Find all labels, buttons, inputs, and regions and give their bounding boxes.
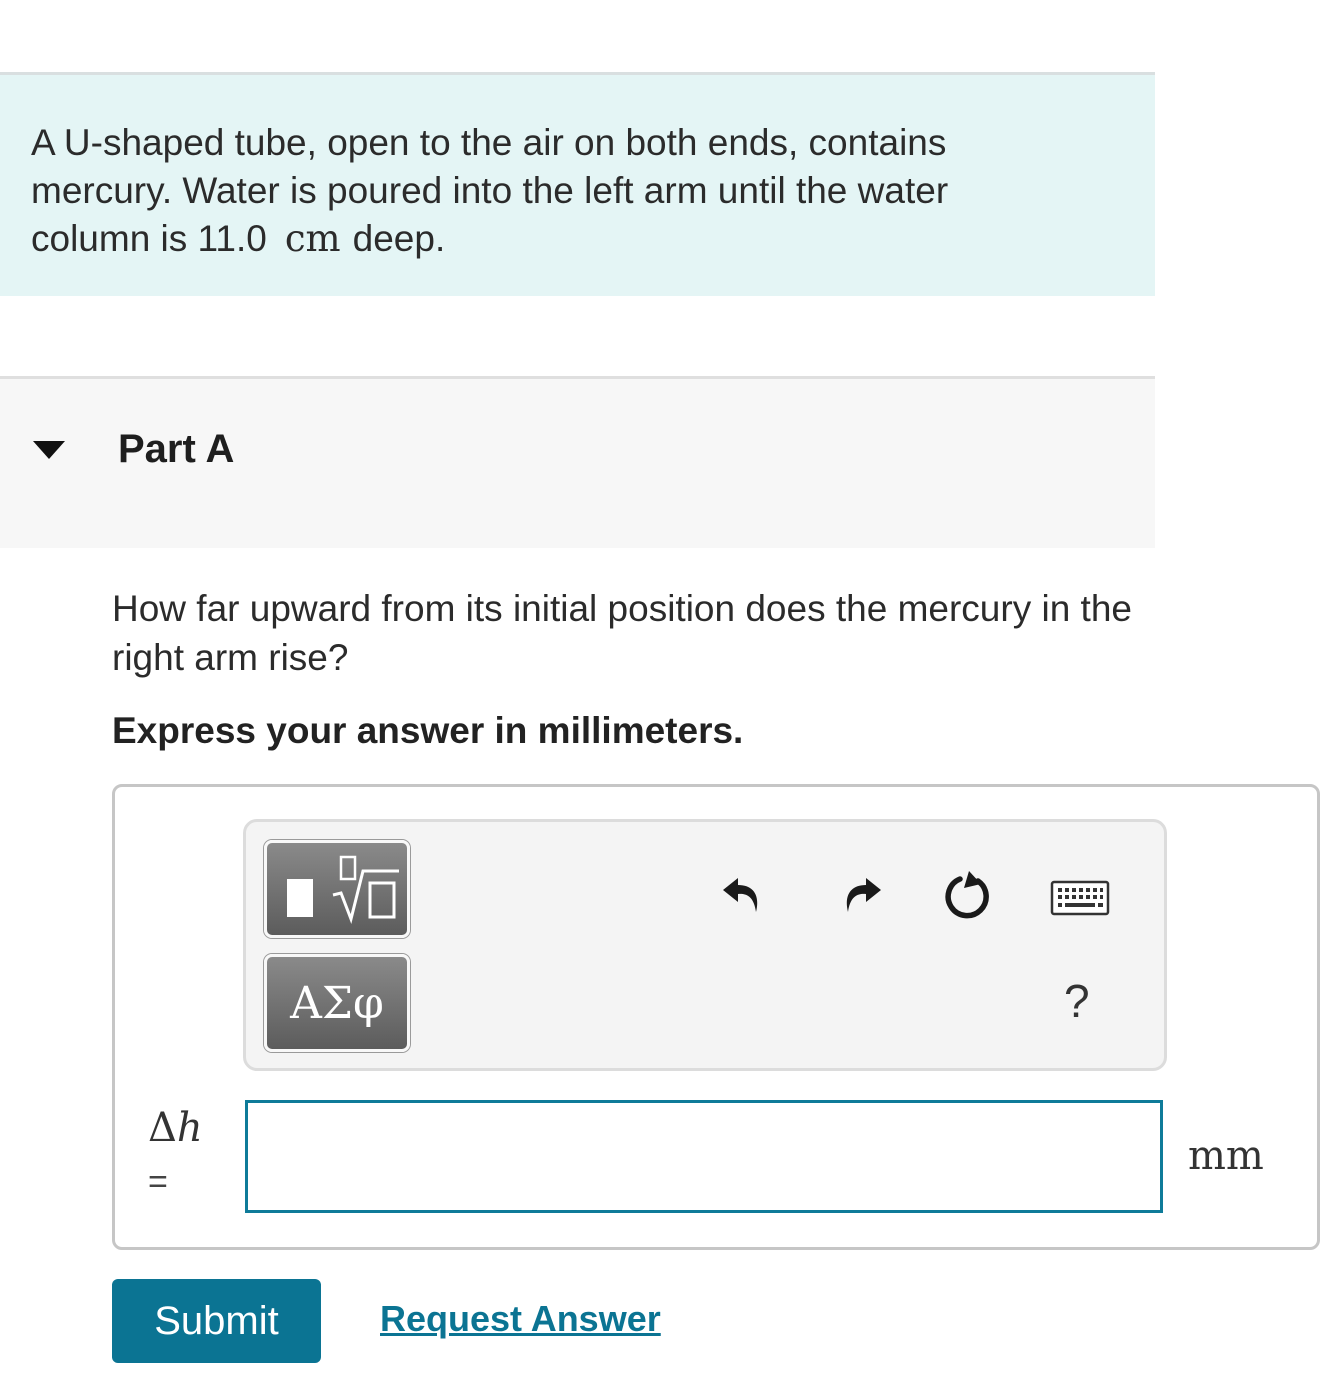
submit-button[interactable]: Submit bbox=[112, 1279, 321, 1363]
collapse-triangle-icon[interactable] bbox=[29, 437, 69, 467]
equals-sign: = bbox=[148, 1163, 168, 1201]
keyboard-icon[interactable] bbox=[1050, 880, 1110, 921]
variable-letter: h bbox=[176, 1105, 203, 1151]
symbols-button[interactable]: ΑΣφ bbox=[264, 954, 410, 1052]
answer-panel: ΑΣφ ? Δh = mm bbox=[112, 784, 1320, 1250]
problem-text-end: deep. bbox=[352, 218, 446, 259]
part-title: Part A bbox=[118, 427, 235, 471]
request-answer-link[interactable]: Request Answer bbox=[380, 1298, 661, 1340]
reset-icon[interactable] bbox=[940, 868, 996, 929]
templates-button[interactable] bbox=[264, 840, 410, 938]
redo-icon[interactable] bbox=[836, 870, 884, 923]
problem-text-main: A U-shaped tube, open to the air on both… bbox=[31, 122, 949, 259]
variable-delta: Δ bbox=[148, 1105, 177, 1151]
help-button[interactable]: ? bbox=[1064, 974, 1090, 1028]
variable-label: Δh bbox=[148, 1105, 203, 1151]
problem-text: A U-shaped tube, open to the air on both… bbox=[31, 119, 1031, 263]
answer-input[interactable] bbox=[245, 1100, 1163, 1213]
part-header[interactable]: Part A bbox=[0, 376, 1155, 548]
problem-unit: cm bbox=[284, 217, 341, 260]
answer-unit: mm bbox=[1188, 1133, 1264, 1179]
answer-instruction: Express your answer in millimeters. bbox=[112, 710, 744, 751]
question-text: How far upward from its initial position… bbox=[112, 588, 1132, 678]
symbols-label: ΑΣφ bbox=[290, 977, 384, 1029]
problem-statement: A U-shaped tube, open to the air on both… bbox=[0, 72, 1155, 296]
undo-icon[interactable] bbox=[720, 870, 768, 923]
math-toolbar: ΑΣφ ? bbox=[243, 819, 1167, 1071]
